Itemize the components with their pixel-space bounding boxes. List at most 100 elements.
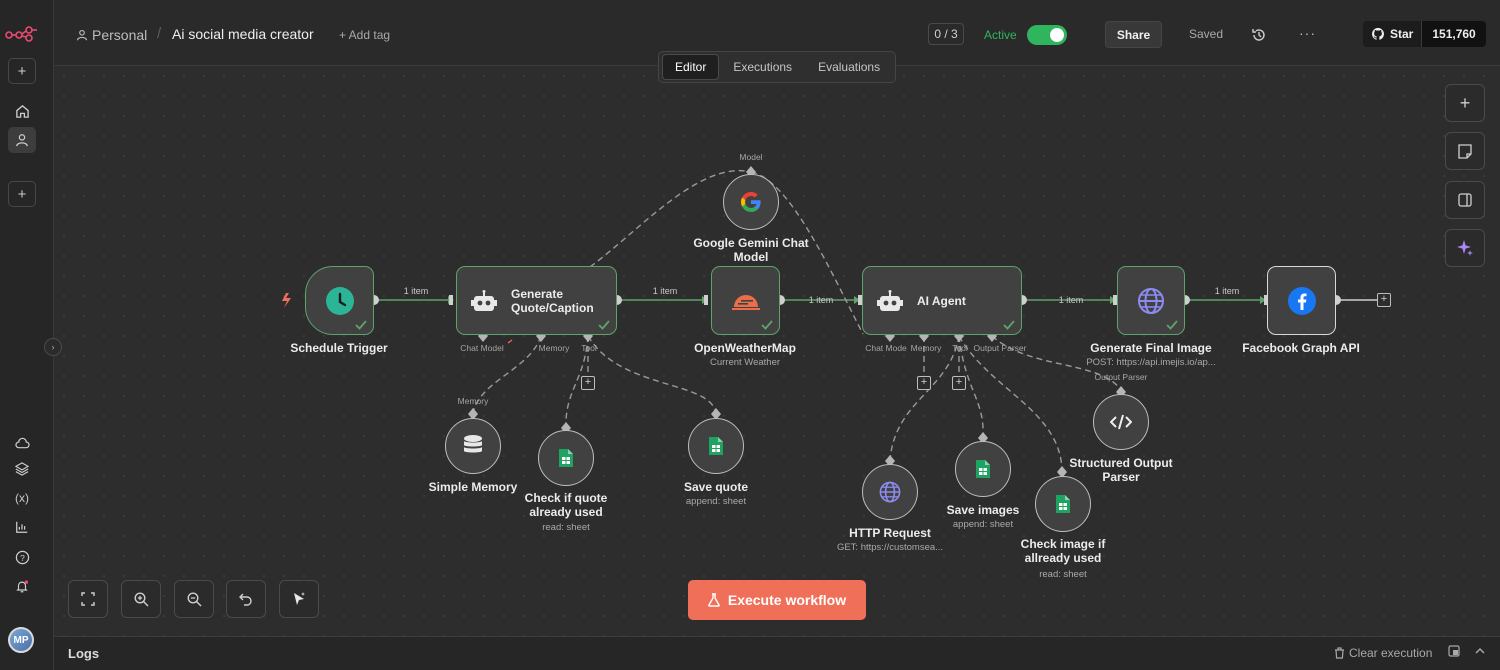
database-icon bbox=[464, 435, 482, 453]
active-toggle[interactable] bbox=[1027, 25, 1067, 45]
robot-icon bbox=[471, 290, 497, 311]
node-title-line2: Parser bbox=[1102, 470, 1140, 484]
zoom-out-button[interactable] bbox=[174, 580, 214, 618]
help-icon[interactable]: ? bbox=[8, 544, 36, 570]
tab-executions[interactable]: Executions bbox=[721, 54, 804, 80]
edge-label: 1 item bbox=[652, 286, 678, 296]
flask-icon bbox=[708, 593, 720, 607]
notifications-icon[interactable] bbox=[8, 573, 36, 599]
clear-execution-button[interactable]: Clear execution bbox=[1334, 646, 1432, 660]
edge-label: 1 item bbox=[808, 295, 834, 305]
add-icon[interactable]: + bbox=[8, 58, 36, 84]
breadcrumb-project[interactable]: Personal bbox=[92, 27, 147, 43]
node-save-images[interactable] bbox=[955, 441, 1011, 497]
sticky-note-button[interactable] bbox=[1445, 132, 1485, 170]
node-subtitle: read: sheet bbox=[542, 522, 590, 533]
node-google-gemini[interactable] bbox=[723, 174, 779, 230]
node-facebook-graph-api[interactable] bbox=[1267, 266, 1336, 335]
add-tag-button[interactable]: + Add tag bbox=[339, 28, 390, 42]
port-label-chat-model: Chat Model bbox=[460, 343, 504, 353]
node-subtitle: read: sheet bbox=[1039, 569, 1087, 580]
success-check-icon bbox=[1003, 320, 1015, 330]
add-node-panel-button[interactable]: + bbox=[1445, 84, 1485, 122]
google-sheets-icon bbox=[1056, 495, 1070, 513]
node-title-line2: already used bbox=[529, 505, 603, 519]
workflow-name[interactable]: Ai social media creator bbox=[172, 26, 314, 42]
node-title: Save images bbox=[946, 503, 1020, 517]
node-subtitle: Current Weather bbox=[709, 357, 781, 368]
node-title: Generate Final Image bbox=[1090, 341, 1212, 355]
home-icon[interactable] bbox=[8, 98, 36, 124]
templates-icon[interactable] bbox=[8, 456, 36, 482]
zoom-in-icon bbox=[133, 591, 148, 606]
more-menu-button[interactable]: ··· bbox=[1299, 25, 1316, 41]
google-sheets-icon bbox=[976, 460, 990, 478]
logs-label: Logs bbox=[68, 646, 100, 661]
toggle-panel-button[interactable] bbox=[1445, 181, 1485, 219]
node-subtitle: POST: https://api.imejis.io/ap... bbox=[1086, 357, 1216, 368]
sidebar-collapse-button[interactable]: › bbox=[44, 338, 62, 356]
cloud-icon[interactable] bbox=[8, 430, 36, 456]
share-button[interactable]: Share bbox=[1105, 21, 1162, 48]
magic-wand-icon bbox=[294, 592, 305, 605]
globe-icon bbox=[879, 481, 901, 503]
undo-button[interactable] bbox=[226, 580, 266, 618]
port-label-tool: Tool bbox=[952, 343, 968, 353]
tab-evaluations[interactable]: Evaluations bbox=[806, 54, 892, 80]
add-memory-button[interactable]: + bbox=[917, 376, 931, 390]
robot-icon bbox=[877, 290, 903, 311]
node-title: Schedule Trigger bbox=[290, 341, 388, 355]
node-title-line1: Structured Output bbox=[1069, 456, 1173, 470]
logs-panel[interactable]: Logs Clear execution bbox=[54, 636, 1500, 670]
clear-execution-label: Clear execution bbox=[1349, 646, 1433, 660]
tab-editor[interactable]: Editor bbox=[662, 54, 720, 80]
github-star-button[interactable]: Star 151,760 bbox=[1363, 21, 1486, 47]
clock-icon bbox=[325, 286, 354, 315]
fit-view-icon bbox=[81, 592, 95, 606]
node-openweathermap[interactable] bbox=[711, 266, 780, 335]
svg-text:?: ? bbox=[20, 552, 25, 562]
node-schedule-trigger[interactable] bbox=[305, 266, 374, 335]
node-structured-output-parser[interactable] bbox=[1093, 394, 1149, 450]
add-node-button[interactable]: + bbox=[1377, 293, 1391, 307]
panel-icon bbox=[1458, 193, 1472, 207]
port-label-memory: Memory bbox=[910, 343, 942, 353]
add-tool-button[interactable]: + bbox=[952, 376, 966, 390]
add-tool-button[interactable]: + bbox=[581, 376, 595, 390]
insights-icon[interactable] bbox=[8, 514, 36, 540]
n8n-logo-icon[interactable] bbox=[4, 24, 40, 42]
tidy-up-button[interactable] bbox=[279, 580, 319, 618]
node-http-request[interactable] bbox=[862, 464, 918, 520]
port-label-model: Model bbox=[739, 152, 763, 162]
github-star-count: 151,760 bbox=[1422, 21, 1486, 47]
code-icon bbox=[1110, 414, 1132, 430]
add-project-icon[interactable]: + bbox=[8, 181, 36, 207]
zoom-in-button[interactable] bbox=[121, 580, 161, 618]
user-icon bbox=[76, 29, 88, 41]
node-generate-final-image[interactable] bbox=[1117, 266, 1185, 335]
google-sheets-icon bbox=[559, 449, 573, 467]
node-generate-quote[interactable]: Generate Quote/Caption bbox=[456, 266, 617, 335]
workflow-counter: 0 / 3 bbox=[928, 23, 964, 45]
node-check-quote[interactable] bbox=[538, 430, 594, 486]
execute-workflow-button[interactable]: Execute workflow bbox=[688, 580, 866, 620]
node-subtitle: append: sheet bbox=[952, 519, 1014, 530]
fit-view-button[interactable] bbox=[68, 580, 108, 618]
port-label-memory: Memory bbox=[457, 396, 489, 406]
node-title-line2: allready used bbox=[1024, 551, 1102, 565]
user-icon[interactable] bbox=[8, 127, 36, 153]
node-simple-memory[interactable] bbox=[445, 418, 501, 474]
github-star-label: Star bbox=[1390, 27, 1414, 41]
node-save-quote[interactable] bbox=[688, 418, 744, 474]
view-tabs: Editor Executions Evaluations bbox=[658, 51, 897, 83]
node-ai-agent[interactable]: AI Agent bbox=[862, 266, 1022, 335]
chevron-up-icon[interactable] bbox=[1474, 645, 1486, 657]
avatar[interactable]: MP bbox=[8, 627, 34, 653]
saved-status: Saved bbox=[1189, 27, 1224, 41]
success-check-icon bbox=[1166, 320, 1178, 330]
history-icon[interactable] bbox=[1251, 27, 1267, 43]
popout-icon[interactable] bbox=[1448, 645, 1460, 657]
variables-icon[interactable]: (x) bbox=[8, 485, 36, 511]
node-check-image[interactable] bbox=[1035, 476, 1091, 532]
ai-assistant-button[interactable] bbox=[1445, 229, 1485, 267]
